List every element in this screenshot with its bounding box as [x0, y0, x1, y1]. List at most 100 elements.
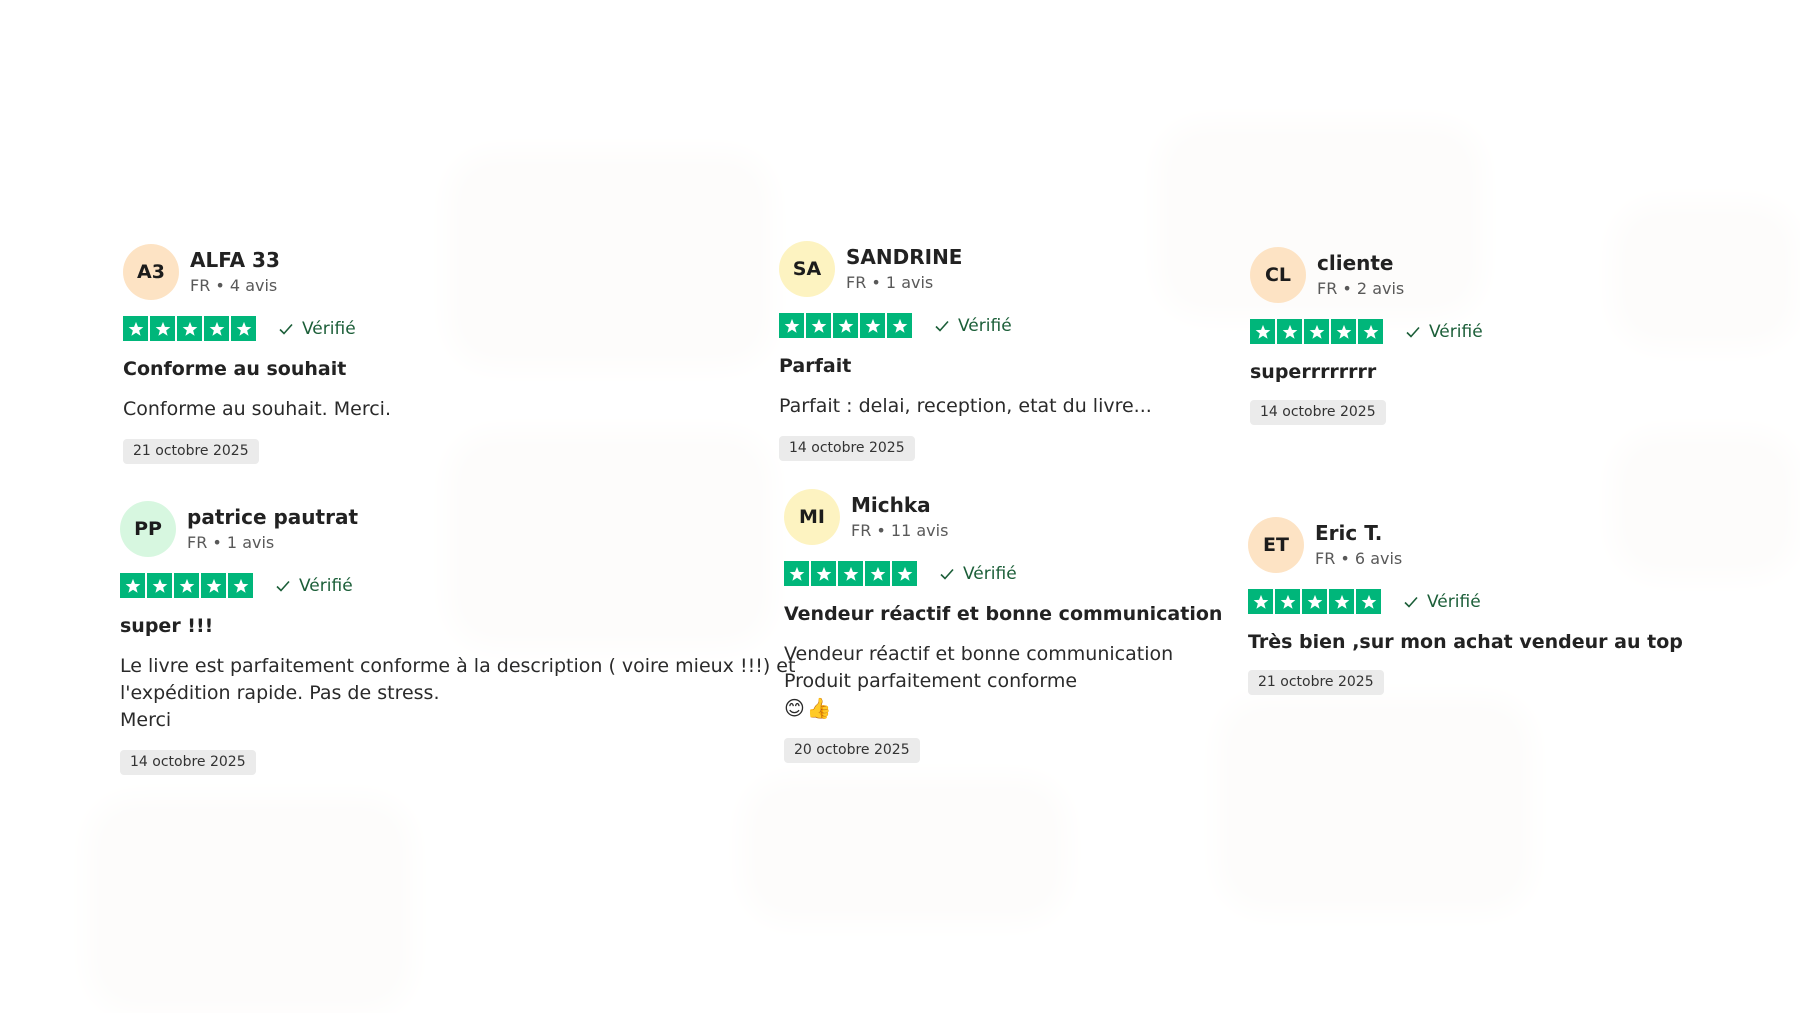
- reviewer-info: patrice pautrat FR • 1 avis: [187, 505, 358, 554]
- verified-badge[interactable]: Vérifié: [1403, 592, 1481, 612]
- verified-badge[interactable]: Vérifié: [939, 564, 1017, 584]
- star-icon: [150, 316, 175, 341]
- review-card: SA SANDRINE FR • 1 avis Vérifié Parfait …: [779, 241, 1152, 461]
- review-title: Très bien ,sur mon achat vendeur au top: [1248, 631, 1683, 653]
- reviewer-info: SANDRINE FR • 1 avis: [846, 245, 962, 294]
- review-body-line: Conforme au souhait. Merci.: [123, 398, 391, 420]
- review-card: MI Michka FR • 11 avis Vérifié Vendeur r…: [784, 489, 1222, 763]
- reviewer-meta: FR • 1 avis: [846, 272, 934, 292]
- reviewer-name[interactable]: cliente: [1317, 251, 1404, 275]
- rating-row: Vérifié: [1250, 319, 1483, 344]
- star-icon: [860, 313, 885, 338]
- review-card: A3 ALFA 33 FR • 4 avis Vérifié Conforme …: [123, 244, 391, 464]
- faded-card-background: [760, 795, 1050, 905]
- star-icon: [228, 573, 253, 598]
- star-icon: [779, 313, 804, 338]
- star-icon: [887, 313, 912, 338]
- star-rating: [784, 561, 917, 586]
- reviewer-info: cliente FR • 2 avis: [1317, 251, 1404, 300]
- star-icon: [174, 573, 199, 598]
- star-icon: [1358, 319, 1383, 344]
- rating-row: Vérifié: [1248, 589, 1683, 614]
- review-body: Vendeur réactif et bonne communication P…: [784, 641, 1222, 722]
- faded-card-background: [465, 170, 755, 350]
- review-body-line: Vendeur réactif et bonne communication: [784, 643, 1174, 665]
- reviewer-meta: FR • 4 avis: [190, 275, 278, 295]
- verified-label: Vérifié: [299, 575, 353, 596]
- review-title: Parfait: [779, 355, 852, 377]
- star-icon: [123, 316, 148, 341]
- review-header: CL cliente FR • 2 avis: [1250, 247, 1483, 303]
- rating-row: Vérifié: [123, 316, 391, 341]
- star-icon: [806, 313, 831, 338]
- review-title: superrrrrrrr: [1250, 361, 1377, 383]
- review-body: Parfait : delai, reception, etat du livr…: [779, 393, 1152, 420]
- review-body-line: Le livre est parfaitement conforme à la …: [120, 655, 796, 677]
- avatar: MI: [784, 489, 840, 545]
- star-icon: [1275, 589, 1300, 614]
- faded-card-background: [1630, 220, 1780, 330]
- verified-badge[interactable]: Vérifié: [275, 576, 353, 596]
- star-icon: [201, 573, 226, 598]
- star-rating: [779, 313, 912, 338]
- reviewer-name[interactable]: ALFA 33: [190, 248, 280, 272]
- review-card: ET Eric T. FR • 6 avis Vérifié Très bien…: [1248, 517, 1683, 695]
- verified-label: Vérifié: [302, 318, 356, 339]
- verified-label: Vérifié: [963, 563, 1017, 584]
- reviewer-meta: FR • 2 avis: [1317, 278, 1405, 298]
- reviewer-name[interactable]: patrice pautrat: [187, 505, 358, 529]
- review-body: Le livre est parfaitement conforme à la …: [120, 653, 795, 734]
- avatar: CL: [1250, 247, 1306, 303]
- verified-badge[interactable]: Vérifié: [278, 319, 356, 339]
- star-icon: [1302, 589, 1327, 614]
- verified-badge[interactable]: Vérifié: [1405, 322, 1483, 342]
- star-icon: [1250, 319, 1275, 344]
- checkmark-icon: [1406, 326, 1420, 338]
- star-icon: [204, 316, 229, 341]
- review-header: MI Michka FR • 11 avis: [784, 489, 1222, 545]
- avatar: A3: [123, 244, 179, 300]
- star-icon: [177, 316, 202, 341]
- checkmark-icon: [935, 320, 949, 332]
- star-icon: [1304, 319, 1329, 344]
- review-body-line: Parfait : delai, reception, etat du livr…: [779, 395, 1152, 417]
- review-title: super !!!: [120, 615, 214, 637]
- review-title: Vendeur réactif et bonne communication: [784, 603, 1223, 625]
- star-rating: [123, 316, 256, 341]
- review-body-line: Merci: [120, 709, 172, 731]
- reviewer-name[interactable]: Michka: [851, 493, 948, 517]
- review-header: ET Eric T. FR • 6 avis: [1248, 517, 1683, 573]
- verified-label: Vérifié: [1429, 321, 1483, 342]
- reviewer-name[interactable]: Eric T.: [1315, 521, 1402, 545]
- star-icon: [1329, 589, 1354, 614]
- rating-row: Vérifié: [784, 561, 1222, 586]
- star-icon: [147, 573, 172, 598]
- avatar: PP: [120, 501, 176, 557]
- star-icon: [833, 313, 858, 338]
- checkmark-icon: [940, 568, 954, 580]
- star-icon: [1277, 319, 1302, 344]
- star-icon: [1331, 319, 1356, 344]
- star-rating: [120, 573, 253, 598]
- verified-label: Vérifié: [1427, 591, 1481, 612]
- reviewer-info: Eric T. FR • 6 avis: [1315, 521, 1402, 570]
- star-icon: [865, 561, 890, 586]
- faded-card-background: [105, 815, 395, 995]
- review-card: CL cliente FR • 2 avis Vérifié superrrrr…: [1250, 247, 1483, 425]
- review-header: SA SANDRINE FR • 1 avis: [779, 241, 1152, 297]
- star-icon: [120, 573, 145, 598]
- faded-card-background: [1235, 715, 1515, 895]
- review-title: Conforme au souhait: [123, 358, 347, 380]
- review-header: PP patrice pautrat FR • 1 avis: [120, 501, 795, 557]
- verified-badge[interactable]: Vérifié: [934, 316, 1012, 336]
- avatar: SA: [779, 241, 835, 297]
- star-icon: [1356, 589, 1381, 614]
- review-body-line: Produit parfaitement conforme: [784, 670, 1078, 692]
- review-date: 21 octobre 2025: [123, 439, 259, 464]
- checkmark-icon: [1404, 596, 1418, 608]
- review-card: PP patrice pautrat FR • 1 avis Vérifié s…: [120, 501, 795, 775]
- reviewer-name[interactable]: SANDRINE: [846, 245, 962, 269]
- review-date: 14 octobre 2025: [779, 436, 915, 461]
- checkmark-icon: [276, 580, 290, 592]
- star-icon: [838, 561, 863, 586]
